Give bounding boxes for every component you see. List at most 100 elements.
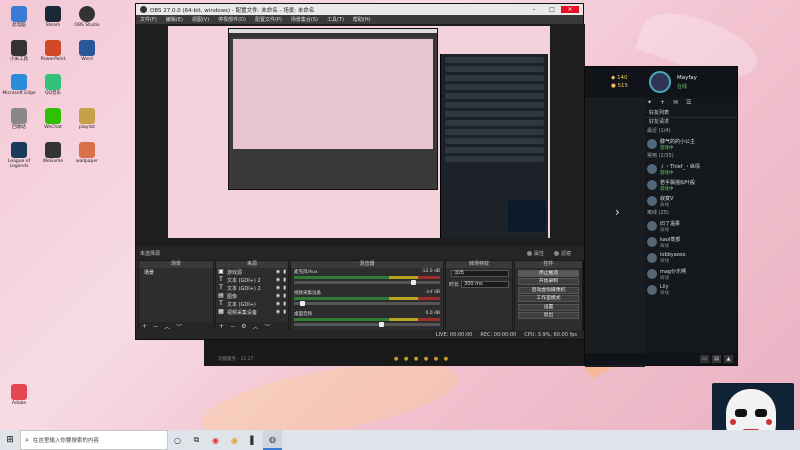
duration-input[interactable]: 300 ms <box>461 281 509 288</box>
volume-slider[interactable] <box>294 322 440 327</box>
desktop-icon[interactable]: League of Legends <box>2 140 36 174</box>
remove-icon[interactable]: − <box>230 323 235 330</box>
desktop-icon[interactable]: PowerPoint <box>36 38 70 72</box>
volume-slider[interactable] <box>294 280 440 285</box>
minimize-button[interactable]: – <box>525 6 543 13</box>
avatar <box>647 164 657 174</box>
menu-profile[interactable]: 配置文件(P) <box>255 16 282 23</box>
avatar <box>647 253 657 263</box>
desktop-icon[interactable]: 小米工具 <box>2 38 36 72</box>
wallpaper-icon[interactable]: ▌ <box>244 430 263 450</box>
track-db: 0.0 dB <box>425 311 440 316</box>
chevron-right-icon[interactable]: › <box>615 205 620 219</box>
chat-icon[interactable]: ▭ <box>700 355 709 363</box>
menu-file[interactable]: 文件(F) <box>140 16 157 23</box>
rec-time: REC: 00:00:00 <box>480 331 517 338</box>
windows-start-icon[interactable]: ⊞ <box>0 430 20 450</box>
task-view-icon[interactable]: ⧉ <box>187 430 206 450</box>
source-item[interactable]: ▣ 游戏源 ◉ ▮ <box>216 268 288 276</box>
filters-button[interactable]: 滤镜 <box>553 250 571 257</box>
gear-icon[interactable]: ⚙ <box>241 323 246 330</box>
slider-knob[interactable] <box>411 280 417 285</box>
lock-icon[interactable]: ▮ <box>283 269 286 275</box>
volume-meter <box>294 318 440 321</box>
add-friend-icon[interactable]: + <box>660 99 665 106</box>
desktop-icon[interactable]: OBS Studio <box>70 4 104 38</box>
properties-button[interactable]: 属性 <box>526 250 544 257</box>
mail-icon[interactable]: ✉ <box>673 99 678 106</box>
source-item[interactable]: ▤ 图像 ◉ ▮ <box>216 292 288 300</box>
desktop-icon[interactable]: WeGame <box>36 140 70 174</box>
lock-icon[interactable]: ▮ <box>283 309 286 315</box>
settings-icon[interactable]: ☰ <box>686 99 691 106</box>
remove-icon[interactable]: − <box>153 323 158 330</box>
duration-label: 时长 <box>449 282 460 288</box>
source-toolbar: 未选择源 属性 滤镜 <box>136 246 585 260</box>
desktop-icon[interactable]: 回收站 <box>2 106 36 140</box>
source-item[interactable]: T 文本 (GDI+) 2 ◉ ▮ <box>216 276 288 284</box>
eye-icon[interactable]: ◉ <box>276 285 280 291</box>
eye-icon[interactable]: ◉ <box>276 309 280 315</box>
eye-icon[interactable]: ◉ <box>276 301 280 307</box>
stop-streaming-button[interactable]: 停止推流 <box>518 269 579 277</box>
start-recording-button[interactable]: 开始录制 <box>518 278 579 285</box>
slider-knob[interactable] <box>300 301 306 306</box>
menu-tools[interactable]: 工具(T) <box>327 16 344 23</box>
preview-area[interactable] <box>136 24 585 246</box>
avatar[interactable] <box>649 71 671 93</box>
notification-icon[interactable]: ▲ <box>724 355 733 363</box>
volume-slider[interactable] <box>294 301 440 306</box>
menu-help[interactable]: 帮助(H) <box>353 16 371 23</box>
avatar <box>647 139 657 149</box>
search-placeholder: 在这里输入你要搜索的内容 <box>32 438 99 444</box>
taskbar-search[interactable]: ⌕ 在这里输入你要搜索的内容 <box>20 430 168 450</box>
desktop-icon[interactable]: Steam <box>36 4 70 38</box>
cortana-icon[interactable]: ○ <box>168 430 187 450</box>
obs-icon[interactable]: ◍ <box>263 430 282 450</box>
menu-edit[interactable]: 编辑(E) <box>166 16 183 23</box>
menu-view[interactable]: 视图(V) <box>192 16 209 23</box>
desktop-icon[interactable]: Word <box>70 38 104 72</box>
transition-select[interactable]: 淡出 <box>451 270 509 277</box>
lock-icon[interactable]: ▮ <box>283 293 286 299</box>
slider-knob[interactable] <box>379 322 385 327</box>
lock-icon[interactable]: ▮ <box>283 301 286 307</box>
bulb-icon[interactable]: ✦ <box>647 99 652 106</box>
desktop-icon[interactable]: QQ音乐 <box>36 72 70 106</box>
live-time: LIVE: 00:00:00 <box>435 331 473 338</box>
eye-icon[interactable]: ◉ <box>276 269 280 275</box>
scene-item[interactable]: 场景 <box>142 270 210 277</box>
source-item[interactable]: T 文本 (GDI+) ◉ ▮ <box>216 300 288 308</box>
volume-meter <box>294 276 440 279</box>
desktop-icon[interactable]: wallpaper <box>70 140 104 174</box>
add-icon[interactable]: + <box>142 323 147 330</box>
history-icon[interactable]: ▤ <box>712 355 721 363</box>
add-icon[interactable]: + <box>219 323 224 330</box>
eye-icon[interactable]: ◉ <box>276 277 280 283</box>
studio-mode-button[interactable]: 工作室模式 <box>518 295 579 302</box>
exit-button[interactable]: 退出 <box>518 312 579 319</box>
chrome-icon[interactable]: ◉ <box>225 430 244 450</box>
text-icon: T <box>219 300 223 307</box>
desktop-icon[interactable]: WeChat <box>36 106 70 140</box>
desktop-icon[interactable]: playlist <box>70 106 104 140</box>
source-item[interactable]: T 文本 (GDI+) 2 ◉ ▮ <box>216 284 288 292</box>
user-status[interactable]: 在线 <box>677 83 687 90</box>
menu-scene-collection[interactable]: 场景集合(S) <box>291 16 318 23</box>
avatar <box>647 196 657 206</box>
settings-button[interactable]: 设置 <box>518 303 579 311</box>
desktop-icon[interactable]: 此电脑 <box>2 4 36 38</box>
desktop-icon[interactable]: Adobe <box>2 382 36 416</box>
virtual-camera-button[interactable]: 启动虚拟摄像机 <box>518 286 579 294</box>
maximize-button[interactable]: □ <box>543 6 561 13</box>
lock-icon[interactable]: ▮ <box>283 277 286 283</box>
source-item[interactable]: ▦ 视频采集设备 ◉ ▮ <box>216 308 288 316</box>
eye-icon[interactable]: ◉ <box>276 293 280 299</box>
netease-music-icon[interactable]: ◉ <box>206 430 225 450</box>
menu-docks[interactable]: 停靠部件(D) <box>218 16 246 23</box>
lock-icon[interactable]: ▮ <box>283 285 286 291</box>
steam-icon <box>45 6 61 22</box>
obs-titlebar[interactable]: OBS 27.0.0 (64-bit, windows) - 配置文件: 未命名… <box>136 4 583 15</box>
desktop-icon[interactable]: Microsoft Edge <box>2 72 36 106</box>
close-button[interactable]: × <box>561 6 579 13</box>
